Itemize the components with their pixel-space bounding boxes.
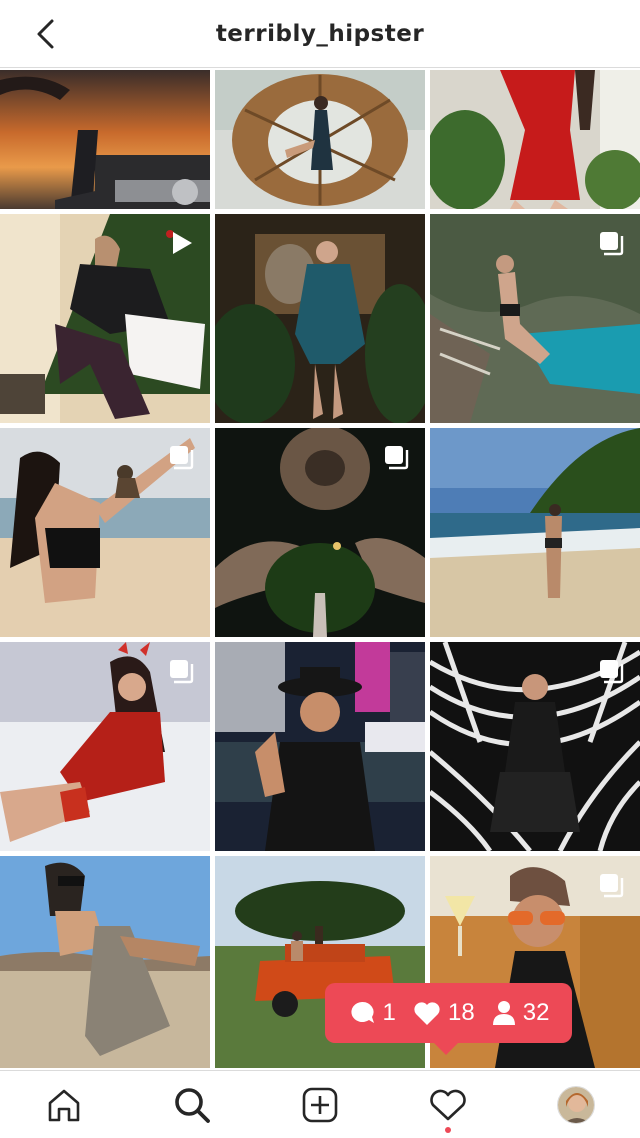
- post-tile[interactable]: [215, 642, 425, 851]
- post-tile[interactable]: [430, 428, 640, 637]
- post-tile[interactable]: [215, 428, 425, 637]
- multiple-posts-icon: [600, 232, 624, 256]
- likes-stat: 18: [413, 999, 475, 1027]
- heart-icon: [414, 1002, 440, 1025]
- multiple-posts-icon: [600, 874, 624, 898]
- post-tile[interactable]: [0, 70, 210, 209]
- multiple-posts-icon: [170, 446, 194, 470]
- tab-search[interactable]: [172, 1085, 212, 1125]
- post-thumbnail: [215, 214, 425, 423]
- post-thumbnail: [430, 70, 640, 209]
- likes-count: 18: [447, 999, 475, 1026]
- home-icon: [48, 1089, 80, 1121]
- tab-new-post[interactable]: [300, 1085, 340, 1125]
- comments-count: 1: [382, 999, 396, 1026]
- top-bar: terribly_hipster: [0, 0, 640, 68]
- tab-profile[interactable]: [556, 1085, 596, 1125]
- multiple-posts-icon: [600, 660, 624, 684]
- comment-icon: [350, 1001, 374, 1023]
- profile-avatar: [557, 1085, 595, 1124]
- activity-summary-bubble[interactable]: 1 18 32: [325, 983, 572, 1055]
- post-thumbnail: [215, 642, 425, 851]
- post-thumbnail: [430, 428, 640, 637]
- post-grid: [0, 70, 640, 1068]
- search-icon: [175, 1087, 210, 1123]
- back-button[interactable]: [28, 16, 64, 52]
- post-tile[interactable]: [0, 642, 210, 851]
- post-tile[interactable]: [0, 428, 210, 637]
- video-icon: [173, 232, 192, 254]
- post-thumbnail: [215, 70, 425, 209]
- comments-stat: 1: [348, 999, 396, 1027]
- profile-username[interactable]: terribly_hipster: [216, 21, 424, 47]
- post-thumbnail: [0, 70, 210, 209]
- follows-stat: 32: [492, 999, 550, 1027]
- notification-dot: [445, 1126, 451, 1133]
- activity-heart-icon: [430, 1089, 466, 1120]
- tab-home[interactable]: [44, 1085, 84, 1125]
- post-tile[interactable]: [0, 856, 210, 1068]
- bottom-tab-bar: [0, 1070, 640, 1138]
- tab-activity[interactable]: [428, 1085, 468, 1133]
- multiple-posts-icon: [385, 446, 409, 470]
- post-tile[interactable]: [430, 70, 640, 209]
- post-tile[interactable]: [0, 214, 210, 423]
- multiple-posts-icon: [170, 660, 194, 684]
- chevron-left-icon: [37, 19, 54, 49]
- person-icon: [492, 1001, 515, 1025]
- post-tile[interactable]: [430, 214, 640, 423]
- new-post-icon: [302, 1087, 338, 1122]
- follows-count: 32: [522, 999, 550, 1026]
- post-thumbnail: [0, 856, 210, 1068]
- post-tile[interactable]: [215, 70, 425, 209]
- post-tile[interactable]: [430, 642, 640, 851]
- post-tile[interactable]: [215, 214, 425, 423]
